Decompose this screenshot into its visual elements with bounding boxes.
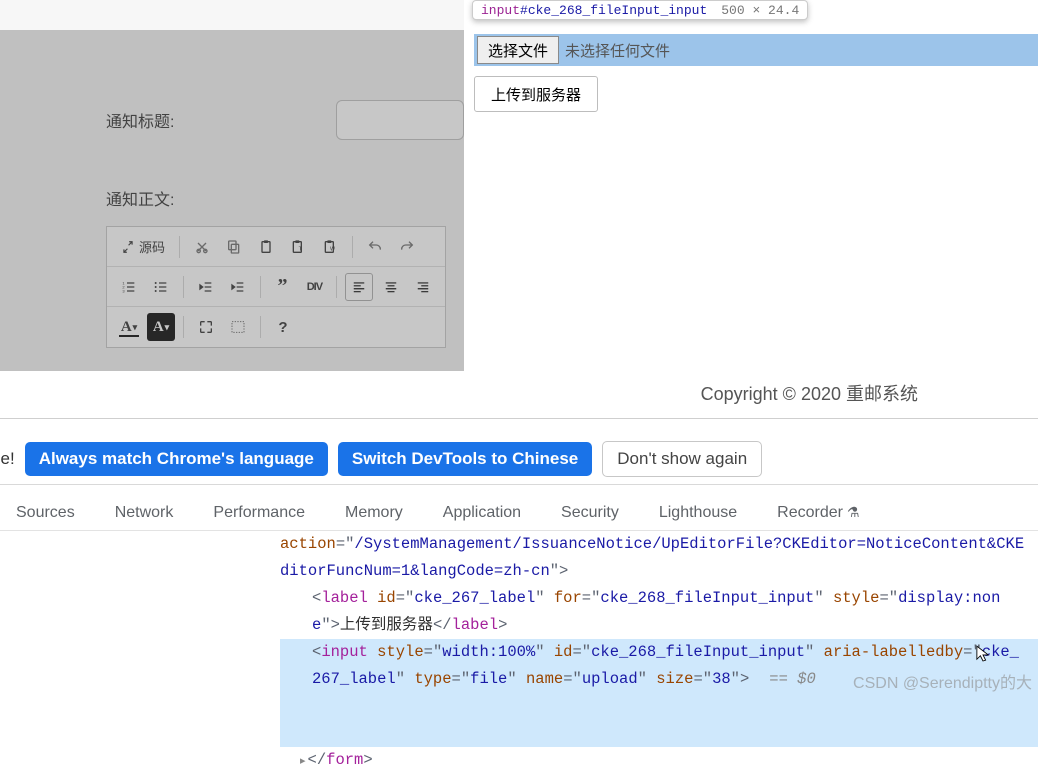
paste-text-icon: T [290, 239, 306, 255]
align-center-icon [384, 280, 398, 294]
outdent-button[interactable] [192, 273, 220, 301]
tab-network[interactable]: Network [115, 504, 174, 522]
copyright: Copyright © 2020 重邮系统 [0, 380, 1038, 406]
svg-text:3: 3 [122, 288, 125, 293]
align-left-icon [352, 280, 366, 294]
separator [260, 276, 261, 298]
separator [183, 276, 184, 298]
undo-icon [367, 239, 383, 255]
match-chrome-language-button[interactable]: Always match Chrome's language [25, 442, 328, 476]
bullet-list-button[interactable] [147, 273, 175, 301]
separator [336, 276, 337, 298]
cut-icon [194, 239, 210, 255]
separator [260, 316, 261, 338]
devtools-tabs: Sources Network Performance Memory Appli… [0, 495, 1038, 531]
code-line[interactable]: ▸</form> [280, 747, 1038, 775]
outdent-icon [198, 279, 214, 295]
redo-icon [399, 239, 415, 255]
align-right-button[interactable] [409, 273, 437, 301]
choose-file-button[interactable]: 选择文件 [477, 36, 559, 64]
about-button[interactable]: ? [269, 313, 297, 341]
align-left-button[interactable] [345, 273, 373, 301]
indent-button[interactable] [224, 273, 252, 301]
title-input[interactable] [336, 100, 464, 140]
text-color-button[interactable]: A▾ [115, 313, 143, 341]
tooltip-id: #cke_268_fileInput_input [520, 3, 707, 18]
separator [352, 236, 353, 258]
svg-text:W: W [330, 246, 336, 252]
div-button[interactable]: DIV [300, 273, 328, 301]
redo-button[interactable] [393, 233, 421, 261]
upload-dialog: 选择文件 未选择任何文件 上传到服务器 [464, 0, 1038, 371]
maximize-icon [198, 319, 214, 335]
bg-color-button[interactable]: A▾ [147, 313, 175, 341]
separator [183, 316, 184, 338]
switch-to-chinese-button[interactable]: Switch DevTools to Chinese [338, 442, 592, 476]
blockquote-button[interactable]: ” [269, 273, 297, 301]
copy-icon [226, 239, 242, 255]
selected-indicator: == $0 [769, 670, 816, 688]
no-file-label: 未选择任何文件 [565, 40, 670, 61]
watermark: CSDN @Serendiptty的大 [853, 669, 1032, 693]
paste-text-button[interactable]: T [284, 233, 312, 261]
tab-application[interactable]: Application [443, 504, 521, 522]
copy-button[interactable] [220, 233, 248, 261]
form-zone: 通知标题: 通知正文: 源码 [0, 30, 464, 371]
paste-word-icon: W [322, 239, 338, 255]
upload-button[interactable]: 上传到服务器 [474, 76, 598, 112]
tooltip-dims: 500 × 24.4 [721, 3, 799, 18]
cut-button[interactable] [188, 233, 216, 261]
source-icon [121, 240, 135, 254]
bullet-list-icon [153, 279, 169, 295]
paste-word-button[interactable]: W [316, 233, 344, 261]
separator [179, 236, 180, 258]
paste-button[interactable] [252, 233, 280, 261]
beaker-icon: ⚗ [847, 504, 860, 521]
inspector-tooltip: input#cke_268_fileInput_input 500 × 24.4 [472, 0, 808, 20]
language-banner: se! Always match Chrome's language Switc… [0, 439, 1038, 485]
banner-prefix: se! [0, 449, 15, 469]
tab-recorder[interactable]: Recorder ⚗ [777, 504, 859, 522]
tooltip-tag: input [481, 3, 520, 18]
tab-memory[interactable]: Memory [345, 504, 403, 522]
paste-icon [258, 239, 274, 255]
title-label: 通知标题: [106, 108, 206, 132]
tab-security[interactable]: Security [561, 504, 619, 522]
code-line-selected[interactable]: <input style="width:100%" id="cke_268_fi… [280, 639, 1038, 747]
code-line[interactable]: action="/SystemManagement/IssuanceNotice… [280, 531, 1038, 585]
align-right-icon [416, 280, 430, 294]
tab-lighthouse[interactable]: Lighthouse [659, 504, 737, 522]
tab-sources[interactable]: Sources [16, 504, 75, 522]
tab-performance[interactable]: Performance [213, 504, 305, 522]
maximize-button[interactable] [192, 313, 220, 341]
rich-text-editor: 源码 T W [106, 226, 446, 348]
indent-icon [230, 279, 246, 295]
numbered-list-button[interactable]: 123 [115, 273, 143, 301]
align-center-button[interactable] [377, 273, 405, 301]
numbered-list-icon: 123 [121, 279, 137, 295]
show-blocks-button[interactable] [224, 313, 252, 341]
show-blocks-icon [230, 319, 246, 335]
dont-show-again-button[interactable]: Don't show again [602, 441, 762, 477]
body-label: 通知正文: [106, 186, 206, 210]
code-line[interactable]: <label id="cke_267_label" for="cke_268_f… [280, 585, 1038, 639]
source-button[interactable]: 源码 [115, 233, 171, 261]
svg-text:T: T [299, 246, 303, 252]
devtools-panel: se! Always match Chrome's language Switc… [0, 418, 1038, 695]
undo-button[interactable] [361, 233, 389, 261]
